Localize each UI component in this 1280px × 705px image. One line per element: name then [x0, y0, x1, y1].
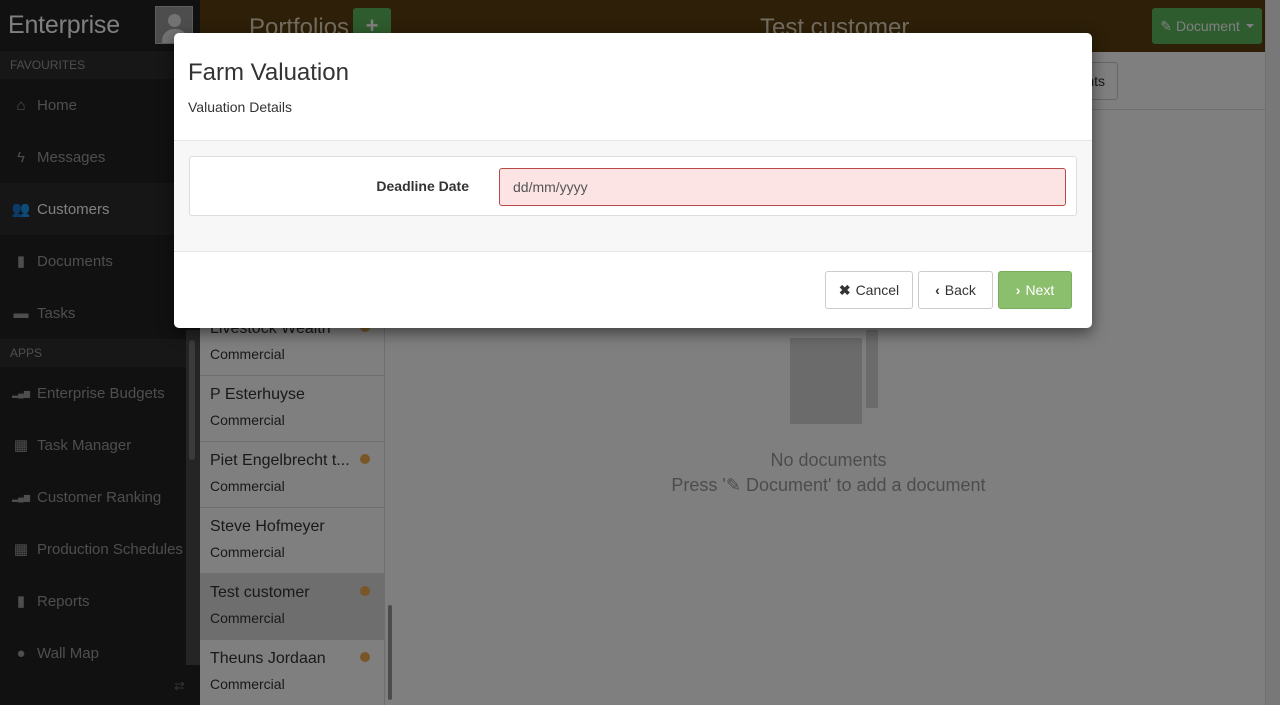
- next-button[interactable]: › Next: [998, 271, 1072, 309]
- form-panel: Deadline Date: [189, 156, 1077, 216]
- farm-valuation-modal: Farm Valuation Valuation Details Deadlin…: [174, 33, 1092, 328]
- back-label: Back: [944, 282, 976, 298]
- deadline-date-input[interactable]: [499, 168, 1066, 206]
- close-icon: ✖: [838, 281, 851, 298]
- modal-title: Farm Valuation: [188, 59, 349, 86]
- cancel-label: Cancel: [855, 282, 900, 298]
- modal-footer: ✖ Cancel ‹ Back › Next: [174, 252, 1092, 328]
- modal-header: Farm Valuation Valuation Details: [174, 33, 1092, 141]
- back-button[interactable]: ‹ Back: [918, 271, 993, 309]
- cancel-button[interactable]: ✖ Cancel: [825, 271, 913, 309]
- next-label: Next: [1025, 282, 1055, 298]
- chevron-right-icon: ›: [1015, 282, 1021, 298]
- chevron-left-icon: ‹: [935, 282, 940, 298]
- modal-body: Deadline Date: [174, 141, 1092, 252]
- modal-subtitle: Valuation Details: [188, 99, 293, 115]
- deadline-date-label: Deadline Date: [376, 178, 469, 194]
